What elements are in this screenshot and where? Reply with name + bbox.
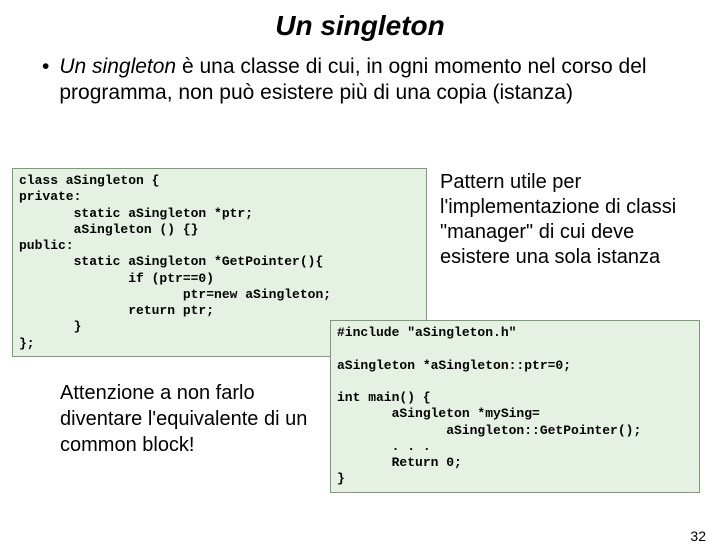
bullet-paragraph: • Un singleton è una classe di cui, in o… xyxy=(60,54,682,107)
code-box-main: #include "aSingleton.h" aSingleton *aSin… xyxy=(330,320,700,493)
bullet-em: Un singleton xyxy=(59,55,176,78)
pattern-note: Pattern utile per l'implementazione di c… xyxy=(440,170,700,270)
bullet-text: Un singleton è una classe di cui, in ogn… xyxy=(59,54,682,107)
warning-note: Attenzione a non farlo diventare l'equiv… xyxy=(60,380,310,458)
slide-title: Un singleton xyxy=(0,10,720,42)
page-number: 32 xyxy=(690,528,706,544)
bullet-dot: • xyxy=(42,54,49,80)
